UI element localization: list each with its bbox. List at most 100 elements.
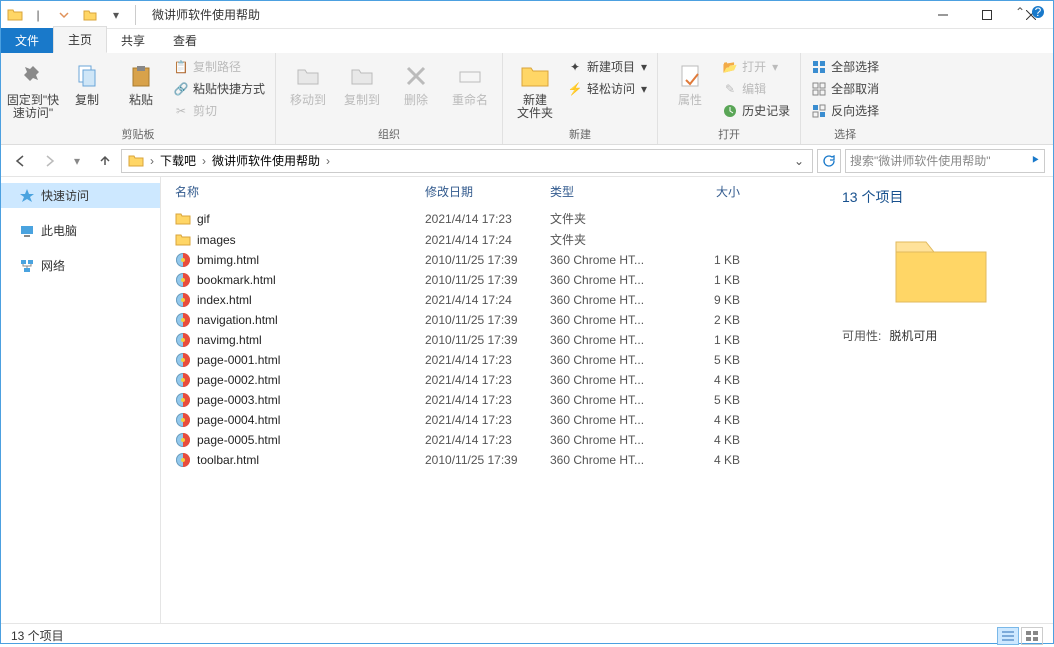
folder-icon	[175, 232, 191, 248]
nav-quick-access[interactable]: 快速访问	[1, 183, 160, 208]
tab-view[interactable]: 查看	[159, 28, 211, 53]
view-icons-button[interactable]	[1021, 627, 1043, 645]
delete-icon	[400, 60, 432, 92]
select-none-button[interactable]: 全部取消	[807, 78, 883, 99]
table-row[interactable]: page-0001.html2021/4/14 17:23360 Chrome …	[161, 350, 828, 370]
move-to-button[interactable]: 移动到	[282, 56, 334, 111]
col-size[interactable]: 大小	[680, 183, 740, 200]
open-button[interactable]: 📂打开▾	[718, 56, 794, 77]
copy-button[interactable]: 复制	[61, 56, 113, 111]
back-button[interactable]	[9, 149, 33, 173]
star-icon	[19, 188, 35, 204]
group-new-label: 新建	[509, 124, 651, 142]
maximize-button[interactable]	[965, 1, 1009, 29]
table-row[interactable]: page-0004.html2021/4/14 17:23360 Chrome …	[161, 410, 828, 430]
html-file-icon	[175, 452, 191, 468]
table-row[interactable]: page-0003.html2021/4/14 17:23360 Chrome …	[161, 390, 828, 410]
nav-this-pc[interactable]: 此电脑	[1, 218, 160, 243]
delete-button[interactable]: 删除	[390, 56, 442, 111]
table-row[interactable]: page-0005.html2021/4/14 17:23360 Chrome …	[161, 430, 828, 450]
table-row[interactable]: toolbar.html2010/11/25 17:39360 Chrome H…	[161, 450, 828, 470]
qat-more-icon[interactable]: ▾	[105, 4, 127, 26]
easy-access-button[interactable]: ⚡轻松访问▾	[563, 78, 651, 99]
recent-dropdown[interactable]: ▾	[65, 149, 89, 173]
col-name[interactable]: 名称	[175, 183, 425, 200]
qat-down-icon[interactable]	[53, 4, 75, 26]
copy-path-button[interactable]: 📋复制路径	[169, 56, 269, 77]
folder-icon	[175, 211, 191, 227]
file-date: 2021/4/14 17:23	[425, 433, 550, 447]
search-box[interactable]: ⯈	[845, 149, 1045, 173]
refresh-button[interactable]	[817, 149, 841, 173]
svg-text:?: ?	[1035, 5, 1042, 19]
bc-sep-icon[interactable]: ›	[200, 154, 208, 168]
qat-folder-icon[interactable]	[79, 4, 101, 26]
html-file-icon	[175, 252, 191, 268]
select-all-button[interactable]: 全部选择	[807, 56, 883, 77]
file-type: 文件夹	[550, 231, 680, 248]
file-date: 2021/4/14 17:23	[425, 413, 550, 427]
file-date: 2010/11/25 17:39	[425, 453, 550, 467]
bc-seg-1[interactable]: 下载吧	[156, 152, 200, 169]
history-button[interactable]: 历史记录	[718, 100, 794, 121]
file-date: 2021/4/14 17:23	[425, 393, 550, 407]
html-file-icon	[175, 352, 191, 368]
html-file-icon	[175, 412, 191, 428]
breadcrumb[interactable]: › 下载吧 › 微讲师软件使用帮助 › ⌄	[121, 149, 813, 173]
edit-button[interactable]: ✎编辑	[718, 78, 794, 99]
invert-selection-button[interactable]: 反向选择	[807, 100, 883, 121]
bc-dropdown-icon[interactable]: ⌄	[788, 154, 810, 168]
path-icon: 📋	[173, 59, 189, 75]
table-row[interactable]: gif2021/4/14 17:23文件夹	[161, 208, 828, 229]
details-availability: 可用性:脱机可用	[842, 327, 1039, 344]
paste-icon	[125, 60, 157, 92]
tab-home[interactable]: 主页	[53, 26, 107, 53]
bc-seg-2[interactable]: 微讲师软件使用帮助	[208, 152, 324, 169]
table-row[interactable]: navimg.html2010/11/25 17:39360 Chrome HT…	[161, 330, 828, 350]
bc-folder-icon[interactable]	[124, 153, 148, 169]
pin-button[interactable]: 固定到"快 速访问"	[7, 56, 59, 124]
select-all-icon	[811, 59, 827, 75]
view-details-button[interactable]	[997, 627, 1019, 645]
bc-sep-icon[interactable]: ›	[324, 154, 332, 168]
paste-button[interactable]: 粘贴	[115, 56, 167, 111]
up-button[interactable]	[93, 149, 117, 173]
table-row[interactable]: index.html2021/4/14 17:24360 Chrome HT..…	[161, 290, 828, 310]
col-type[interactable]: 类型	[550, 183, 680, 200]
search-icon[interactable]: ⯈	[1030, 153, 1040, 168]
new-item-button[interactable]: ✦新建项目▾	[563, 56, 651, 77]
table-row[interactable]: navigation.html2010/11/25 17:39360 Chrom…	[161, 310, 828, 330]
table-row[interactable]: images2021/4/14 17:24文件夹	[161, 229, 828, 250]
ribbon-tabs: 文件 主页 共享 查看 ⌃ ?	[1, 29, 1053, 53]
nav-network[interactable]: 网络	[1, 253, 160, 278]
file-type: 360 Chrome HT...	[550, 413, 680, 427]
minimize-button[interactable]	[921, 1, 965, 29]
shortcut-icon: 🔗	[173, 81, 189, 97]
col-date[interactable]: 修改日期	[425, 183, 550, 200]
file-name: page-0001.html	[197, 353, 280, 367]
file-size: 4 KB	[680, 373, 740, 387]
group-open-label: 打开	[664, 124, 794, 142]
file-name: page-0002.html	[197, 373, 280, 387]
rename-button[interactable]: 重命名	[444, 56, 496, 111]
table-row[interactable]: bookmark.html2010/11/25 17:39360 Chrome …	[161, 270, 828, 290]
navbar: ▾ › 下载吧 › 微讲师软件使用帮助 › ⌄ ⯈	[1, 145, 1053, 177]
table-row[interactable]: bmimg.html2010/11/25 17:39360 Chrome HT.…	[161, 250, 828, 270]
tab-file[interactable]: 文件	[1, 28, 53, 53]
help-icon[interactable]: ?	[1031, 5, 1045, 19]
paste-shortcut-button[interactable]: 🔗粘贴快捷方式	[169, 78, 269, 99]
group-select-label: 选择	[807, 124, 883, 142]
search-input[interactable]	[850, 154, 1030, 168]
copy-to-button[interactable]: 复制到	[336, 56, 388, 111]
titlebar-separator	[135, 5, 136, 25]
cut-button[interactable]: ✂剪切	[169, 100, 269, 121]
properties-button[interactable]: 属性	[664, 56, 716, 111]
table-row[interactable]: page-0002.html2021/4/14 17:23360 Chrome …	[161, 370, 828, 390]
ribbon-expand-icon[interactable]: ⌃	[1015, 5, 1025, 19]
tab-share[interactable]: 共享	[107, 28, 159, 53]
new-folder-button[interactable]: 新建 文件夹	[509, 56, 561, 124]
file-name: bookmark.html	[197, 273, 276, 287]
bc-sep-icon[interactable]: ›	[148, 154, 156, 168]
forward-button[interactable]	[37, 149, 61, 173]
file-name: navimg.html	[197, 333, 262, 347]
